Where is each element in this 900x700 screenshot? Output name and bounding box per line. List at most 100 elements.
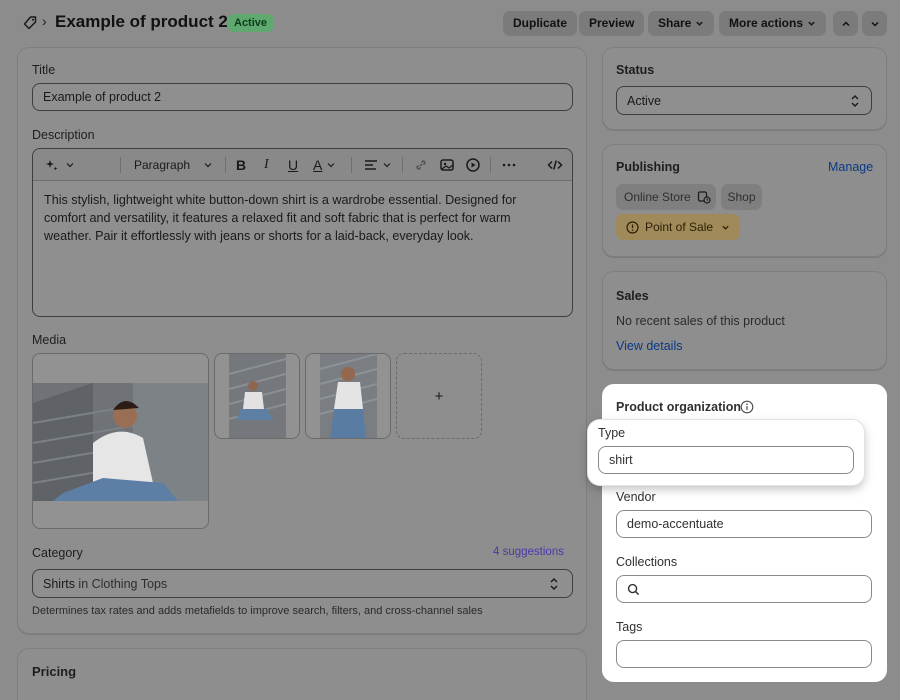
italic-icon: I bbox=[264, 157, 269, 172]
toolbar-divider bbox=[351, 157, 352, 173]
tags-input[interactable] bbox=[616, 640, 872, 668]
chevron-up-icon bbox=[841, 20, 850, 26]
type-input[interactable]: shirt bbox=[598, 446, 854, 474]
share-label: Share bbox=[658, 16, 692, 30]
more-actions-label: More actions bbox=[729, 16, 804, 30]
publishing-heading: Publishing bbox=[616, 160, 680, 174]
preview-label: Preview bbox=[589, 16, 635, 30]
status-select[interactable]: Active bbox=[616, 86, 872, 115]
bold-button[interactable]: B bbox=[236, 157, 246, 173]
sales-empty-text: No recent sales of this product bbox=[616, 314, 785, 328]
toolbar-divider bbox=[490, 157, 491, 173]
add-media-button[interactable]: + bbox=[396, 353, 482, 439]
underline-icon: U bbox=[288, 157, 299, 173]
vendor-input[interactable]: demo-accentuate bbox=[616, 510, 872, 538]
title-label: Title bbox=[32, 63, 56, 77]
next-product-button[interactable] bbox=[862, 11, 887, 36]
tags-label: Tags bbox=[616, 620, 643, 634]
sales-heading: Sales bbox=[616, 289, 649, 303]
channel-label: Shop bbox=[727, 190, 756, 204]
channel-point-of-sale[interactable]: Point of Sale bbox=[616, 214, 740, 240]
pricing-card bbox=[17, 648, 587, 700]
code-icon bbox=[547, 160, 563, 170]
editor-toolbar: Paragraph B I U A bbox=[33, 149, 572, 181]
toolbar-divider bbox=[120, 157, 121, 173]
align-button[interactable] bbox=[363, 157, 393, 173]
text-color-icon: A bbox=[313, 157, 323, 173]
toolbar-divider bbox=[402, 157, 403, 173]
code-view-button[interactable] bbox=[547, 157, 563, 173]
chevron-down-icon bbox=[696, 21, 704, 26]
select-arrows-icon bbox=[851, 95, 859, 107]
ai-magic-button[interactable] bbox=[44, 157, 76, 173]
product-organization-heading: Product organization bbox=[616, 400, 741, 414]
duplicate-button[interactable]: Duplicate bbox=[503, 11, 578, 36]
paragraph-select[interactable]: Paragraph bbox=[134, 157, 214, 173]
status-badge: Active bbox=[227, 14, 275, 32]
title-value: Example of product 2 bbox=[43, 90, 162, 104]
media-main-image[interactable] bbox=[32, 353, 209, 529]
align-left-icon bbox=[365, 160, 377, 170]
chevron-down-icon bbox=[383, 163, 391, 168]
status-value: Active bbox=[627, 93, 662, 108]
link-icon bbox=[416, 160, 426, 170]
italic-button[interactable]: I bbox=[264, 157, 269, 173]
channel-shop[interactable]: Shop bbox=[721, 184, 762, 210]
media-thumbnail[interactable] bbox=[305, 353, 391, 439]
video-button[interactable] bbox=[465, 157, 481, 173]
more-formatting-button[interactable] bbox=[501, 157, 517, 173]
description-text[interactable]: This stylish, lightweight white button-d… bbox=[44, 191, 554, 245]
image-button[interactable] bbox=[439, 157, 455, 173]
media-thumbnail[interactable] bbox=[214, 353, 300, 439]
underline-button[interactable]: U bbox=[288, 157, 298, 173]
page-title: Example of product 2 bbox=[55, 12, 228, 31]
manage-publishing-link[interactable]: Manage bbox=[828, 160, 873, 174]
chevron-down-icon bbox=[722, 225, 729, 230]
plus-icon: + bbox=[434, 387, 444, 405]
product-photo bbox=[320, 354, 377, 438]
description-label: Description bbox=[32, 128, 95, 142]
vendor-value: demo-accentuate bbox=[627, 517, 724, 531]
category-label: Category bbox=[32, 546, 83, 560]
more-actions-button[interactable]: More actions bbox=[719, 11, 827, 36]
pricing-heading: Pricing bbox=[32, 664, 77, 679]
alert-circle-icon bbox=[626, 220, 639, 234]
status-heading: Status bbox=[616, 63, 655, 77]
product-photo bbox=[33, 383, 208, 501]
play-circle-icon bbox=[466, 158, 480, 172]
type-label: Type bbox=[598, 426, 626, 440]
product-photo bbox=[229, 354, 286, 438]
chevron-down-icon bbox=[204, 163, 212, 168]
link-button[interactable] bbox=[413, 157, 429, 173]
description-editor[interactable]: Paragraph B I U A This stylish, lightwei… bbox=[32, 148, 573, 317]
tag-icon[interactable] bbox=[22, 15, 38, 31]
text-color-button[interactable]: A bbox=[313, 157, 337, 173]
chevron-down-icon bbox=[327, 163, 335, 168]
channel-online-store[interactable]: Online Store bbox=[616, 184, 716, 210]
preview-button[interactable]: Preview bbox=[579, 11, 645, 36]
breadcrumb-separator: › bbox=[42, 13, 47, 29]
category-suggestions-link[interactable]: 4 suggestions bbox=[493, 546, 564, 558]
category-help-text: Determines tax rates and adds metafields… bbox=[32, 605, 483, 617]
type-value: shirt bbox=[609, 453, 633, 467]
collections-search-input[interactable] bbox=[616, 575, 872, 603]
image-icon bbox=[440, 159, 454, 171]
page-header: › Example of product 2 Active Duplicate … bbox=[0, 0, 900, 46]
share-button[interactable]: Share bbox=[648, 11, 715, 36]
category-select[interactable]: Shirts in Clothing Tops bbox=[32, 569, 573, 598]
bold-icon: B bbox=[236, 157, 247, 173]
title-input[interactable]: Example of product 2 bbox=[32, 83, 573, 111]
view-details-link[interactable]: View details bbox=[616, 339, 682, 353]
search-icon bbox=[627, 583, 640, 595]
more-horizontal-icon bbox=[502, 163, 516, 167]
category-path: in Clothing Tops bbox=[74, 576, 168, 591]
media-label: Media bbox=[32, 333, 67, 347]
chevron-down-icon bbox=[808, 21, 815, 26]
paragraph-label: Paragraph bbox=[134, 158, 191, 172]
toolbar-divider bbox=[225, 157, 226, 173]
collections-label: Collections bbox=[616, 555, 678, 569]
info-icon[interactable] bbox=[740, 400, 754, 414]
schedule-icon bbox=[697, 191, 711, 204]
previous-product-button[interactable] bbox=[833, 11, 858, 36]
channel-label: Point of Sale bbox=[645, 220, 714, 234]
